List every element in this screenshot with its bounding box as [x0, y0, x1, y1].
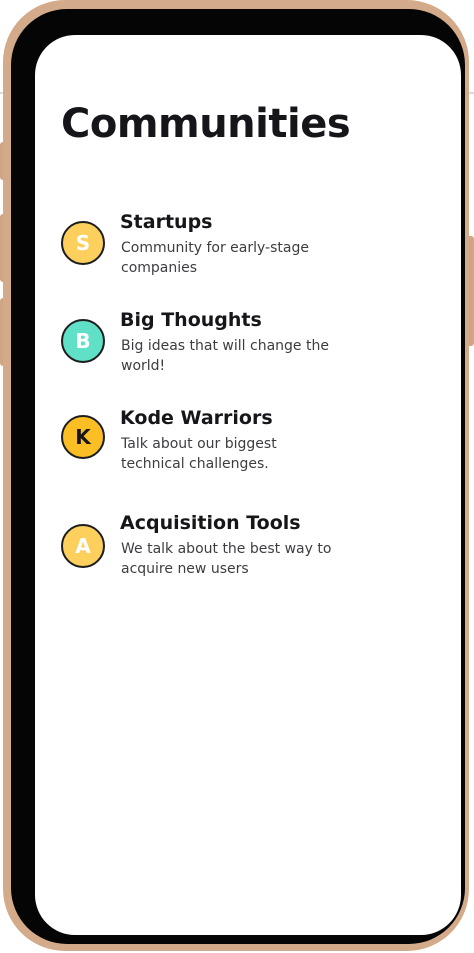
phone-screen: Communities S Startups Community for ear… — [35, 35, 461, 935]
community-item-acquisition-tools[interactable]: A Acquisition Tools We talk about the be… — [61, 512, 441, 584]
community-description: Community for early-stage companies — [121, 240, 309, 276]
page-title: Communities — [61, 101, 351, 147]
community-item-startups[interactable]: S Startups Community for early-stage com… — [61, 211, 441, 283]
avatar-kode-warriors: K — [61, 415, 105, 459]
community-name: Big Thoughts — [120, 309, 262, 331]
avatar-startups: S — [61, 221, 105, 265]
avatar-initial: S — [75, 231, 91, 255]
phone-bezel: Communities S Startups Community for ear… — [11, 9, 465, 944]
canvas: Communities S Startups Community for ear… — [0, 0, 474, 953]
community-description: We talk about the best way to acquire ne… — [121, 541, 332, 577]
community-item-big-thoughts[interactable]: B Big Thoughts Big ideas that will chang… — [61, 309, 441, 381]
avatar-initial: A — [75, 534, 91, 558]
community-description: Big ideas that will change the world! — [121, 338, 329, 374]
avatar-big-thoughts: B — [61, 319, 105, 363]
community-name: Acquisition Tools — [120, 512, 301, 534]
community-name: Startups — [120, 211, 213, 233]
avatar-initial: B — [75, 329, 91, 353]
avatar-initial: K — [75, 425, 91, 449]
community-item-kode-warriors[interactable]: K Kode Warriors Talk about our biggest t… — [61, 407, 441, 479]
community-name: Kode Warriors — [120, 407, 273, 429]
community-description: Talk about our biggest technical challen… — [121, 436, 277, 472]
avatar-acquisition-tools: A — [61, 524, 105, 568]
